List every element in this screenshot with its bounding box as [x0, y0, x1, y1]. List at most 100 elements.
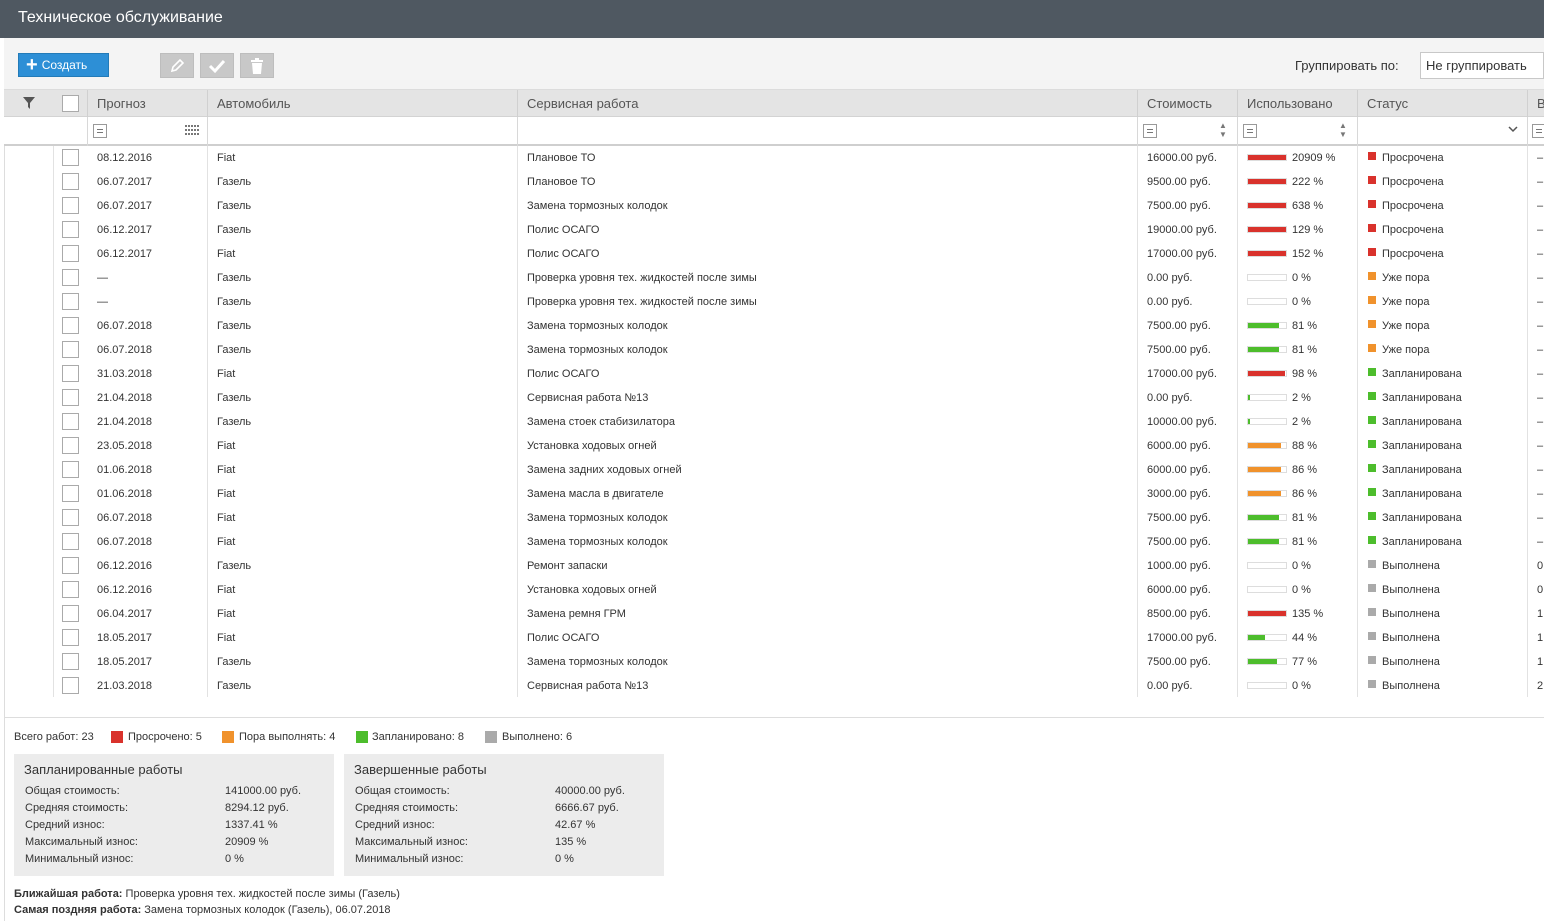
- filter-operator-icon[interactable]: [1243, 124, 1257, 138]
- filter-operator-icon[interactable]: [1532, 124, 1544, 138]
- table-row[interactable]: 08.12.2016 Fiat Плановое ТО 16000.00 руб. 20…: [4, 146, 1544, 170]
- filter-operator-icon[interactable]: [1143, 124, 1157, 138]
- row-checkbox[interactable]: [62, 677, 79, 694]
- column-header-cost[interactable]: Стоимость: [1137, 90, 1238, 117]
- table-row[interactable]: 18.05.2017 Газель Замена тормозных колодок…: [4, 650, 1544, 674]
- cell-car: Газель: [217, 200, 252, 212]
- row-checkbox[interactable]: [62, 221, 79, 238]
- usage-bar-fill: [1248, 491, 1281, 496]
- table-row[interactable]: — Газель Проверка уровня тех. жидкостей по…: [4, 290, 1544, 314]
- row-checkbox[interactable]: [62, 557, 79, 574]
- row-checkbox[interactable]: [62, 317, 79, 334]
- cell-service: Полис ОСАГО: [527, 368, 600, 380]
- table-row[interactable]: 01.06.2018 Fiat Замена задних ходовых огне…: [4, 458, 1544, 482]
- row-checkbox[interactable]: [62, 533, 79, 550]
- row-checkbox[interactable]: [62, 389, 79, 406]
- window-title: Техническое обслуживание: [18, 9, 223, 26]
- table-row[interactable]: 06.12.2016 Газель Ремонт запаски 1000.00 ру…: [4, 554, 1544, 578]
- row-checkbox[interactable]: [62, 245, 79, 262]
- cell-cost: 17000.00 руб.: [1147, 248, 1217, 260]
- usage-bar-fill: [1248, 635, 1265, 640]
- row-checkbox[interactable]: [62, 341, 79, 358]
- table-row[interactable]: 31.03.2018 Fiat Полис ОСАГО 17000.00 руб. 98…: [4, 362, 1544, 386]
- cell-extra: 1: [1537, 608, 1544, 620]
- row-checkbox[interactable]: [62, 461, 79, 478]
- cell-car: Газель: [217, 416, 252, 428]
- row-checkbox[interactable]: [62, 629, 79, 646]
- cell-cost: 0.00 руб.: [1147, 272, 1193, 284]
- cell-forecast: 01.06.2018: [97, 488, 153, 500]
- cell-forecast: 18.05.2017: [97, 656, 153, 668]
- complete-button[interactable]: [200, 53, 234, 78]
- table-row[interactable]: 06.07.2017 Газель Замена тормозных колодок…: [4, 194, 1544, 218]
- group-by-select[interactable]: Не группировать: [1420, 52, 1544, 79]
- table-row[interactable]: 06.07.2018 Газель Замена тормозных колодок…: [4, 314, 1544, 338]
- usage-bar-fill: [1248, 443, 1282, 448]
- usage-bar: [1247, 418, 1287, 425]
- column-header-forecast[interactable]: Прогноз: [87, 90, 208, 117]
- row-checkbox[interactable]: [62, 269, 79, 286]
- row-checkbox[interactable]: [62, 173, 79, 190]
- row-checkbox[interactable]: [62, 197, 79, 214]
- cell-extra: –: [1537, 488, 1544, 500]
- cell-service: Замена тормозных колодок: [527, 512, 668, 524]
- usage-bar-fill: [1248, 203, 1286, 208]
- stat-value: 20909 %: [225, 836, 269, 848]
- table-row[interactable]: 06.07.2018 Fiat Замена тормозных колодок 75…: [4, 506, 1544, 530]
- usage-bar: [1247, 586, 1287, 593]
- table-row[interactable]: 06.07.2017 Газель Плановое ТО 9500.00 руб. 2…: [4, 170, 1544, 194]
- table-row[interactable]: 23.05.2018 Fiat Установка ходовых огней 600…: [4, 434, 1544, 458]
- row-checkbox[interactable]: [62, 485, 79, 502]
- cell-forecast: 06.04.2017: [97, 608, 153, 620]
- column-header-car[interactable]: Автомобиль: [207, 90, 518, 117]
- column-header-service[interactable]: Сервисная работа: [517, 90, 1138, 117]
- table-row[interactable]: 06.12.2017 Газель Полис ОСАГО 19000.00 руб.…: [4, 218, 1544, 242]
- table-row[interactable]: 06.12.2016 Fiat Установка ходовых огней 600…: [4, 578, 1544, 602]
- filter-icon[interactable]: [23, 97, 35, 109]
- table-row[interactable]: 21.04.2018 Газель Замена стоек стабизилато…: [4, 410, 1544, 434]
- cell-cost: 7500.00 руб.: [1147, 320, 1211, 332]
- row-checkbox[interactable]: [62, 365, 79, 382]
- filter-status[interactable]: [1357, 117, 1528, 146]
- calendar-picker-icon[interactable]: [185, 125, 201, 135]
- legend-due-swatch: [222, 731, 234, 743]
- table-row[interactable]: 06.07.2018 Fiat Замена тормозных колодок 75…: [4, 530, 1544, 554]
- chevron-down-icon[interactable]: [1508, 126, 1518, 133]
- row-checkbox[interactable]: [62, 581, 79, 598]
- cell-extra: 1: [1537, 656, 1544, 668]
- filter-operator-icon[interactable]: [93, 124, 107, 138]
- edit-button[interactable]: [160, 53, 194, 78]
- table-row[interactable]: 21.04.2018 Газель Сервисная работа №13 0.00…: [4, 386, 1544, 410]
- table-row[interactable]: 06.04.2017 Fiat Замена ремня ГРМ 8500.00 ру…: [4, 602, 1544, 626]
- usage-bar: [1247, 538, 1287, 545]
- latest-work-line: Самая поздняя работа: Замена тормозных к…: [14, 904, 391, 916]
- row-checkbox[interactable]: [62, 605, 79, 622]
- table-row[interactable]: 06.12.2017 Fiat Полис ОСАГО 17000.00 руб. 15…: [4, 242, 1544, 266]
- status-indicator: [1368, 440, 1376, 448]
- cell-forecast: 06.12.2017: [97, 224, 153, 236]
- stat-value: 8294.12 руб.: [225, 802, 289, 814]
- column-header-extra[interactable]: В: [1527, 90, 1544, 117]
- row-checkbox[interactable]: [62, 509, 79, 526]
- table-row[interactable]: 06.07.2018 Газель Замена тормозных колодок…: [4, 338, 1544, 362]
- table-row[interactable]: — Газель Проверка уровня тех. жидкостей по…: [4, 266, 1544, 290]
- delete-button[interactable]: [240, 53, 274, 78]
- row-checkbox[interactable]: [62, 437, 79, 454]
- column-header-status[interactable]: Статус: [1357, 90, 1528, 117]
- cell-car: Газель: [217, 176, 252, 188]
- cell-extra: –: [1537, 224, 1544, 236]
- filter-service[interactable]: [517, 117, 1138, 146]
- row-checkbox[interactable]: [62, 293, 79, 310]
- table-row[interactable]: 18.05.2017 Fiat Полис ОСАГО 17000.00 руб. 44…: [4, 626, 1544, 650]
- filter-car[interactable]: [207, 117, 518, 146]
- select-all-checkbox[interactable]: [62, 95, 79, 112]
- spinner-arrows-icon[interactable]: ▲ ▼: [1339, 121, 1347, 139]
- create-button[interactable]: + Создать: [18, 53, 109, 77]
- row-checkbox[interactable]: [62, 413, 79, 430]
- spinner-arrows-icon[interactable]: ▲ ▼: [1219, 121, 1227, 139]
- row-checkbox[interactable]: [62, 149, 79, 166]
- table-row[interactable]: 01.06.2018 Fiat Замена масла в двигателе 30…: [4, 482, 1544, 506]
- table-row[interactable]: 21.03.2018 Газель Сервисная работа №13 0.00…: [4, 674, 1544, 698]
- row-checkbox[interactable]: [62, 653, 79, 670]
- column-header-used[interactable]: Использовано: [1237, 90, 1358, 117]
